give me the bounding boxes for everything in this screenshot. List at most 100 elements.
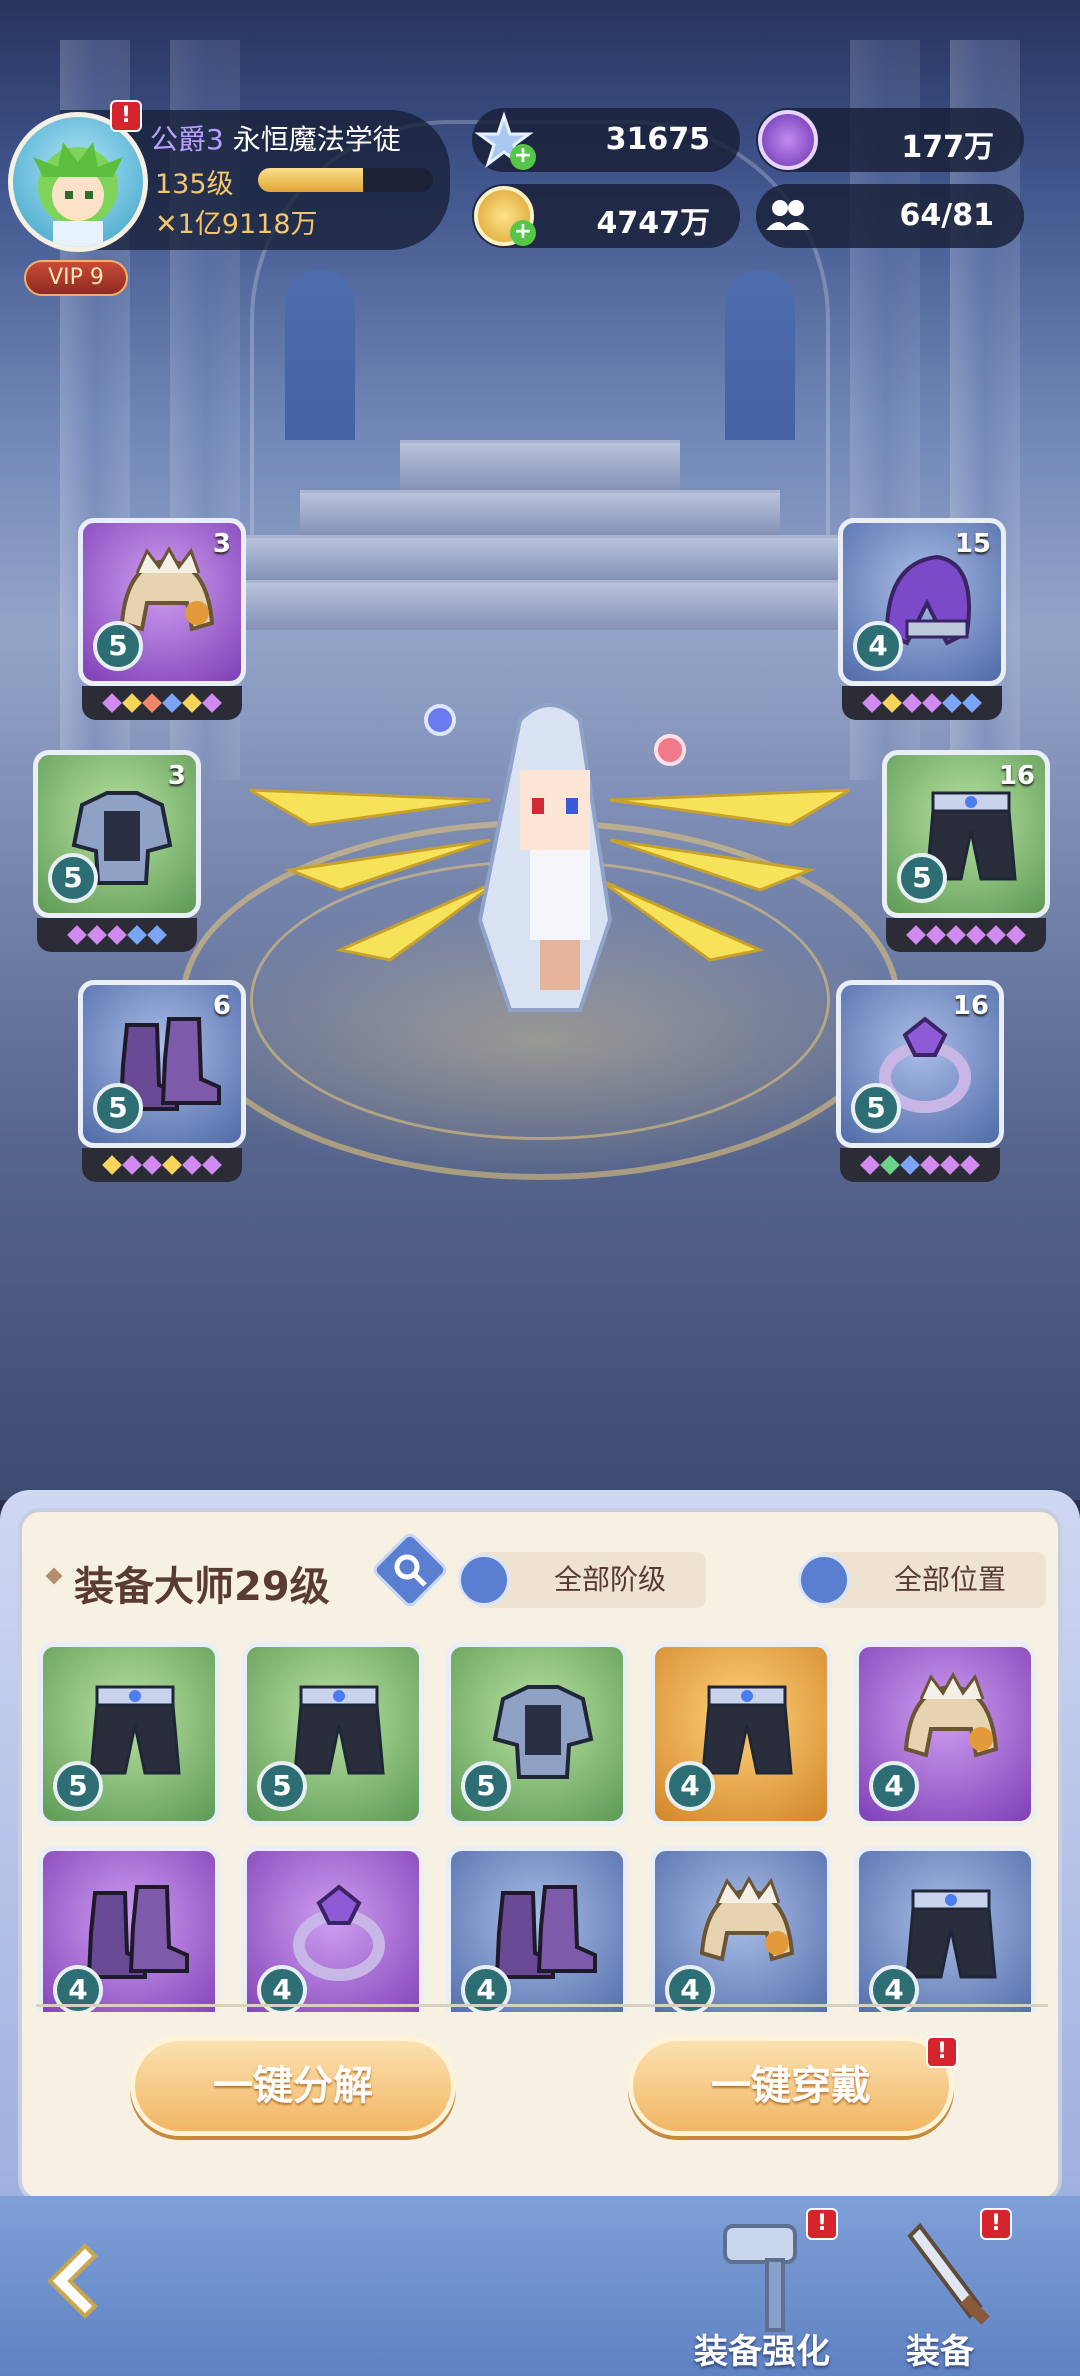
- purple-coin-icon: [758, 110, 818, 170]
- bottom-nav: ! 装备强化 ! 装备: [0, 2196, 1080, 2376]
- tier-badge: 5: [257, 1761, 307, 1811]
- equipment-master-level[interactable]: 装备大师29级: [74, 1554, 330, 1612]
- resource-purple[interactable]: 177万: [756, 108, 1024, 172]
- inventory-item-ring[interactable]: 4: [242, 1846, 424, 2012]
- resource-gold[interactable]: + 4747万: [472, 184, 740, 248]
- gem-icon: [880, 1155, 900, 1175]
- enhance-label: 装备强化: [694, 2332, 830, 2372]
- gem-icon: [182, 1155, 202, 1175]
- inventory-item-helmet[interactable]: 4: [650, 1846, 832, 2012]
- tier-filter[interactable]: 全部阶级: [458, 1552, 706, 1608]
- noble-rank: 公爵3: [150, 123, 224, 156]
- inventory-item-boots[interactable]: 4: [446, 1846, 628, 2012]
- equipment-card: 53: [33, 750, 201, 918]
- members-value: 64/81: [899, 198, 994, 233]
- enhance-count: 16: [952, 991, 989, 1021]
- avatar-portrait-icon: [33, 142, 123, 247]
- inventory-item-helmet[interactable]: 4: [854, 1642, 1036, 1826]
- equip-all-button[interactable]: 一键穿戴: [628, 2036, 954, 2136]
- enhance-tab[interactable]: ! 装备强化: [690, 2196, 850, 2376]
- search-icon[interactable]: [370, 1530, 450, 1610]
- gem-icon: [940, 1155, 960, 1175]
- avatar[interactable]: [8, 112, 148, 252]
- stars-value: 31675: [605, 122, 710, 157]
- back-button[interactable]: [40, 2236, 130, 2326]
- avatar-alert-badge: !: [110, 100, 142, 132]
- inventory-item-armor[interactable]: 5: [446, 1642, 628, 1826]
- enhance-count: 15: [954, 529, 991, 559]
- enhance-count: 16: [998, 761, 1035, 791]
- gem-icon: [202, 1155, 222, 1175]
- slot-filter[interactable]: 全部位置: [798, 1552, 1046, 1608]
- gem-icon: [142, 1155, 162, 1175]
- gem-icon: [966, 925, 986, 945]
- equipped-slot-left-helmet[interactable]: 53: [78, 518, 246, 728]
- player-name: 永恒魔法学徒: [232, 123, 401, 156]
- back-arrow-icon: [47, 2243, 98, 2319]
- equipment-label: 装备: [906, 2332, 974, 2372]
- equipped-slot-left-armor[interactable]: 53: [33, 750, 201, 960]
- gem-icon: [900, 1155, 920, 1175]
- slot-filter-label: 全部位置: [894, 1563, 1007, 1596]
- gem-icon: [127, 925, 147, 945]
- top-bar: ! 公爵3 永恒魔法学徒 135级 ✕1亿9118万 VIP 9 + 31675…: [0, 100, 1080, 300]
- inventory-grid: 5554444444: [22, 1642, 1062, 2012]
- equip-all-alert-badge: !: [926, 2036, 958, 2068]
- gem-icon: [902, 693, 922, 713]
- equipped-slot-right-hood[interactable]: 4 15: [838, 518, 1006, 728]
- gem-icon: [142, 693, 162, 713]
- equipment-alert-badge: !: [980, 2208, 1012, 2240]
- gem-sockets: [82, 1148, 242, 1182]
- equipped-slot-right-pants[interactable]: 5 16: [882, 750, 1050, 960]
- gem-icon: [1006, 925, 1026, 945]
- combat-power-value: 1亿9118万: [177, 209, 318, 240]
- inventory-item-pants[interactable]: 4: [650, 1642, 832, 1826]
- gold-value: 4747万: [596, 206, 711, 241]
- equipment-tab[interactable]: ! 装备: [880, 2196, 1020, 2376]
- hero-sprite-icon: [249, 703, 851, 1012]
- filter-up-icon: [798, 1554, 850, 1606]
- group-icon: [758, 186, 818, 246]
- player-title: 公爵3 永恒魔法学徒: [150, 118, 401, 158]
- equipped-slot-left-boots[interactable]: 56: [78, 980, 246, 1190]
- gem-icon: [926, 925, 946, 945]
- gem-icon: [862, 693, 882, 713]
- inventory-item-boots[interactable]: 4: [38, 1846, 220, 2012]
- gem-icon: [860, 1155, 880, 1175]
- gem-icon: [147, 925, 167, 945]
- gem-icon: [920, 1155, 940, 1175]
- inventory-item-pants[interactable]: 4: [854, 1846, 1036, 2012]
- gem-icon: [162, 693, 182, 713]
- tier-badge: 4: [869, 1761, 919, 1811]
- decompose-all-button[interactable]: 一键分解: [130, 2036, 456, 2136]
- gem-icon: [87, 925, 107, 945]
- inventory-item-pants[interactable]: 5: [242, 1642, 424, 1826]
- gem-icon: [102, 693, 122, 713]
- equipment-card: 4 15: [838, 518, 1006, 686]
- gem-icon: [986, 925, 1006, 945]
- gem-sockets: [886, 918, 1046, 952]
- equipped-slot-right-ring[interactable]: 5 16: [836, 980, 1004, 1190]
- resource-members[interactable]: 64/81: [756, 184, 1024, 248]
- add-gold-icon[interactable]: +: [510, 220, 536, 246]
- exp-bar: [258, 168, 433, 192]
- equipment-card: 5 16: [882, 750, 1050, 918]
- gem-sockets: [842, 686, 1002, 720]
- gem-icon: [882, 693, 902, 713]
- inventory-item-pants[interactable]: 5: [38, 1642, 220, 1826]
- gem-icon: [962, 693, 982, 713]
- tier-badge: 5: [93, 621, 143, 671]
- resource-stars[interactable]: + 31675: [472, 108, 740, 172]
- hero-character[interactable]: [249, 680, 851, 1100]
- gem-sockets: [82, 686, 242, 720]
- enhance-count: 6: [212, 991, 231, 1021]
- gem-icon: [182, 693, 202, 713]
- vip-badge[interactable]: VIP 9: [24, 260, 128, 296]
- gem-icon: [946, 925, 966, 945]
- gem-sockets: [840, 1148, 1000, 1182]
- add-stars-icon[interactable]: +: [510, 144, 536, 170]
- tier-badge: 5: [93, 1083, 143, 1133]
- gem-icon: [122, 693, 142, 713]
- exp-bar-fill: [258, 168, 363, 192]
- gem-icon: [107, 925, 127, 945]
